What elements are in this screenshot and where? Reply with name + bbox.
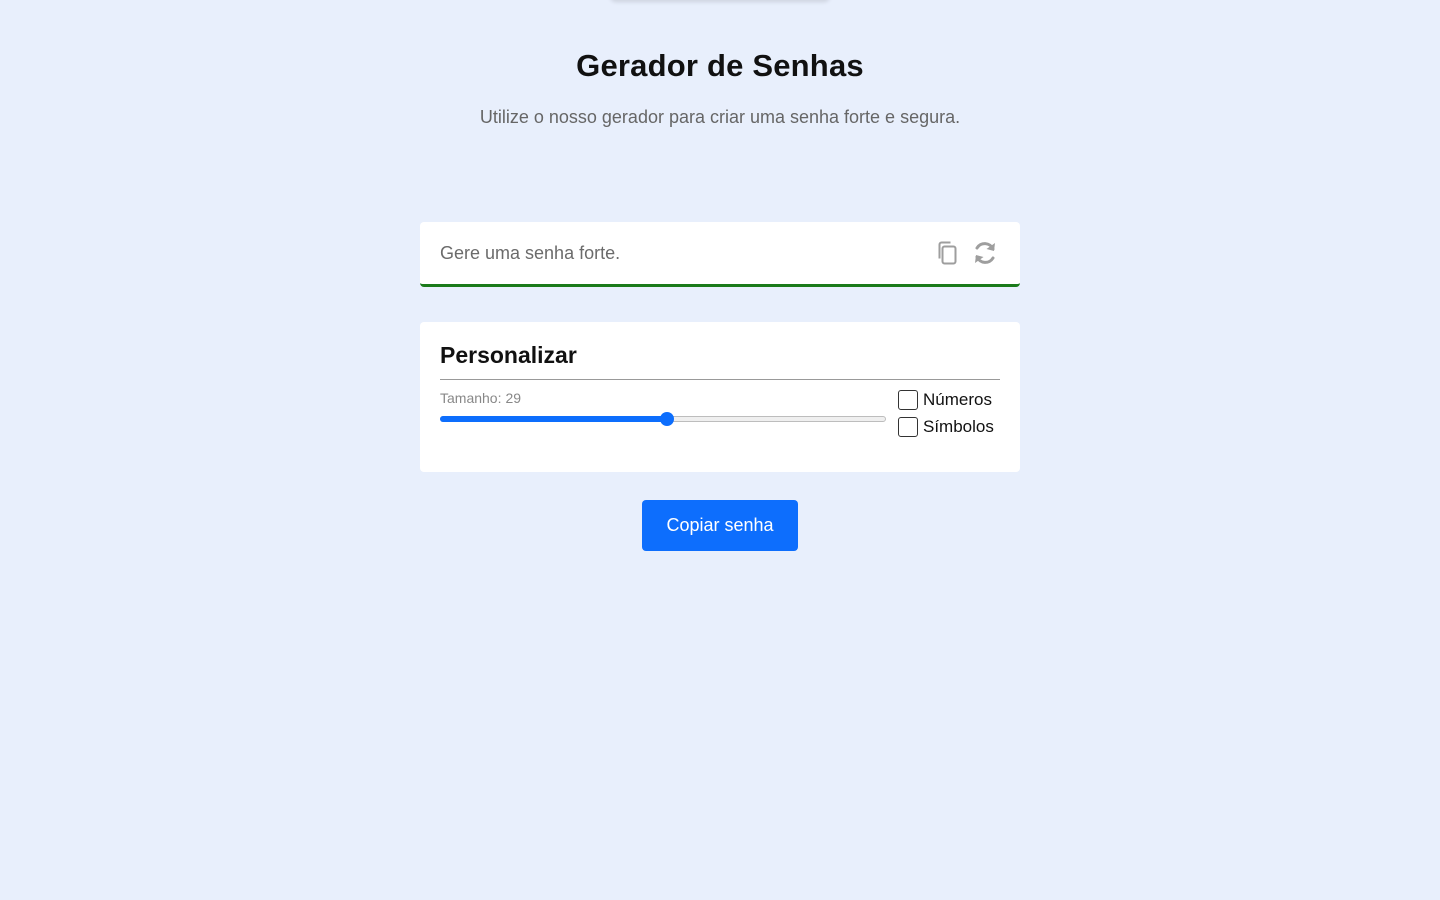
- page-title: Gerador de Senhas: [576, 48, 864, 83]
- slider-thumb[interactable]: [660, 412, 675, 426]
- copy-icon[interactable]: [933, 238, 963, 268]
- symbols-label: Símbolos: [923, 417, 994, 436]
- symbols-checkbox[interactable]: [898, 417, 918, 437]
- length-slider[interactable]: [440, 411, 886, 427]
- customize-body: Tamanho: 29 Números Símbolos: [440, 390, 1000, 437]
- numbers-label: Números: [923, 390, 992, 409]
- length-label: Tamanho: 29: [440, 390, 888, 406]
- page-subtitle: Utilize o nosso gerador para criar uma s…: [479, 107, 961, 127]
- length-label-text: Tamanho:: [440, 390, 502, 406]
- refresh-icon[interactable]: [970, 238, 1000, 268]
- password-output-box: [420, 222, 1020, 287]
- length-slider-area: Tamanho: 29: [440, 390, 888, 437]
- options-list: Números Símbolos: [898, 390, 994, 437]
- password-input[interactable]: [440, 242, 926, 264]
- option-numbers[interactable]: Números: [898, 390, 994, 410]
- numbers-checkbox[interactable]: [898, 390, 918, 410]
- customize-title: Personalizar: [440, 342, 1000, 380]
- slider-fill: [440, 416, 668, 422]
- customize-card: Personalizar Tamanho: 29 Números Símbolo…: [420, 322, 1020, 472]
- option-symbols[interactable]: Símbolos: [898, 417, 994, 437]
- length-value: 29: [505, 390, 522, 406]
- copy-password-button[interactable]: Copiar senha: [642, 500, 798, 551]
